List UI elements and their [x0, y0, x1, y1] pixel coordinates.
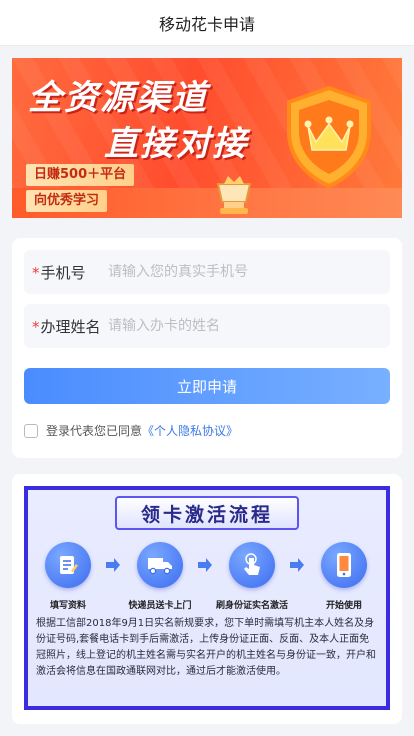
- banner-tag-1: 日赚500＋平台: [26, 164, 135, 186]
- page-title: 移动花卡申请: [158, 14, 255, 34]
- trophy-cup-icon: [216, 176, 252, 214]
- name-field[interactable]: *办理姓名: [24, 304, 390, 348]
- flow-step-start-using: 开始使用: [304, 542, 384, 611]
- form-icon: [45, 542, 91, 588]
- apply-button[interactable]: 立即申请: [24, 368, 390, 404]
- privacy-policy-link[interactable]: 《个人隐私协议》: [142, 422, 238, 439]
- banner-headline-2: 直接对接: [104, 124, 248, 164]
- step-label: 刷身份证实名激活: [215, 601, 288, 611]
- agree-text: 登录代表您已同意: [46, 424, 143, 438]
- phone-icon: [321, 542, 367, 588]
- required-mark: *: [32, 317, 40, 336]
- flow-description: 根据工信部2018年9月1日实名新规要求，您下单时需填写机主本人姓名及身份证号码…: [36, 618, 376, 677]
- flow-title-badge: 领卡激活流程: [115, 496, 299, 530]
- agree-checkbox[interactable]: [24, 423, 38, 438]
- phone-field[interactable]: *手机号: [24, 250, 390, 294]
- banner-headline-1: 全资源渠道: [28, 78, 208, 118]
- flow-steps: 填写资料 快递员送卡上门 刷身份证实名激活 开始使用: [28, 542, 386, 622]
- step-label: 填写资料: [49, 601, 86, 611]
- nav-bar: 移动花卡申请: [0, 0, 414, 46]
- name-label-text: 办理姓名: [40, 317, 101, 336]
- promo-banner[interactable]: 全资源渠道 直接对接 日赚500＋平台 向优秀学习: [12, 58, 402, 218]
- privacy-agreement: 登录代表您已同意 《个人隐私协议》: [24, 422, 238, 439]
- banner-tag-2: 向优秀学习: [26, 190, 108, 212]
- tap-icon: [229, 542, 275, 588]
- phone-label-text: 手机号: [40, 263, 86, 282]
- phone-input[interactable]: [108, 250, 390, 294]
- flow-step-id-activation: 刷身份证实名激活: [212, 542, 292, 611]
- flow-step-fill-info: 填写资料: [28, 542, 108, 611]
- crown-shield-icon: [287, 85, 371, 189]
- required-mark: *: [32, 263, 40, 282]
- activation-flow-panel: 领卡激活流程 填写资料 快递员送卡上门 刷身份证实名激活 开始使用 根据工信部2…: [24, 486, 390, 710]
- phone-label: *手机号: [24, 262, 108, 283]
- activation-flow-inner: 领卡激活流程 填写资料 快递员送卡上门 刷身份证实名激活 开始使用 根据工信部2…: [28, 490, 386, 706]
- name-label: *办理姓名: [24, 316, 108, 337]
- apply-form: *手机号 *办理姓名 立即申请 登录代表您已同意 《个人隐私协议》: [12, 238, 402, 458]
- truck-icon: [137, 542, 183, 588]
- name-input[interactable]: [108, 304, 390, 348]
- flow-step-delivery: 快递员送卡上门: [120, 542, 200, 611]
- flow-title: 领卡激活流程: [140, 503, 273, 526]
- step-label: 开始使用: [325, 601, 362, 611]
- step-label: 快递员送卡上门: [128, 601, 192, 611]
- activation-flow-card: 领卡激活流程 填写资料 快递员送卡上门 刷身份证实名激活 开始使用 根据工信部2…: [12, 474, 402, 724]
